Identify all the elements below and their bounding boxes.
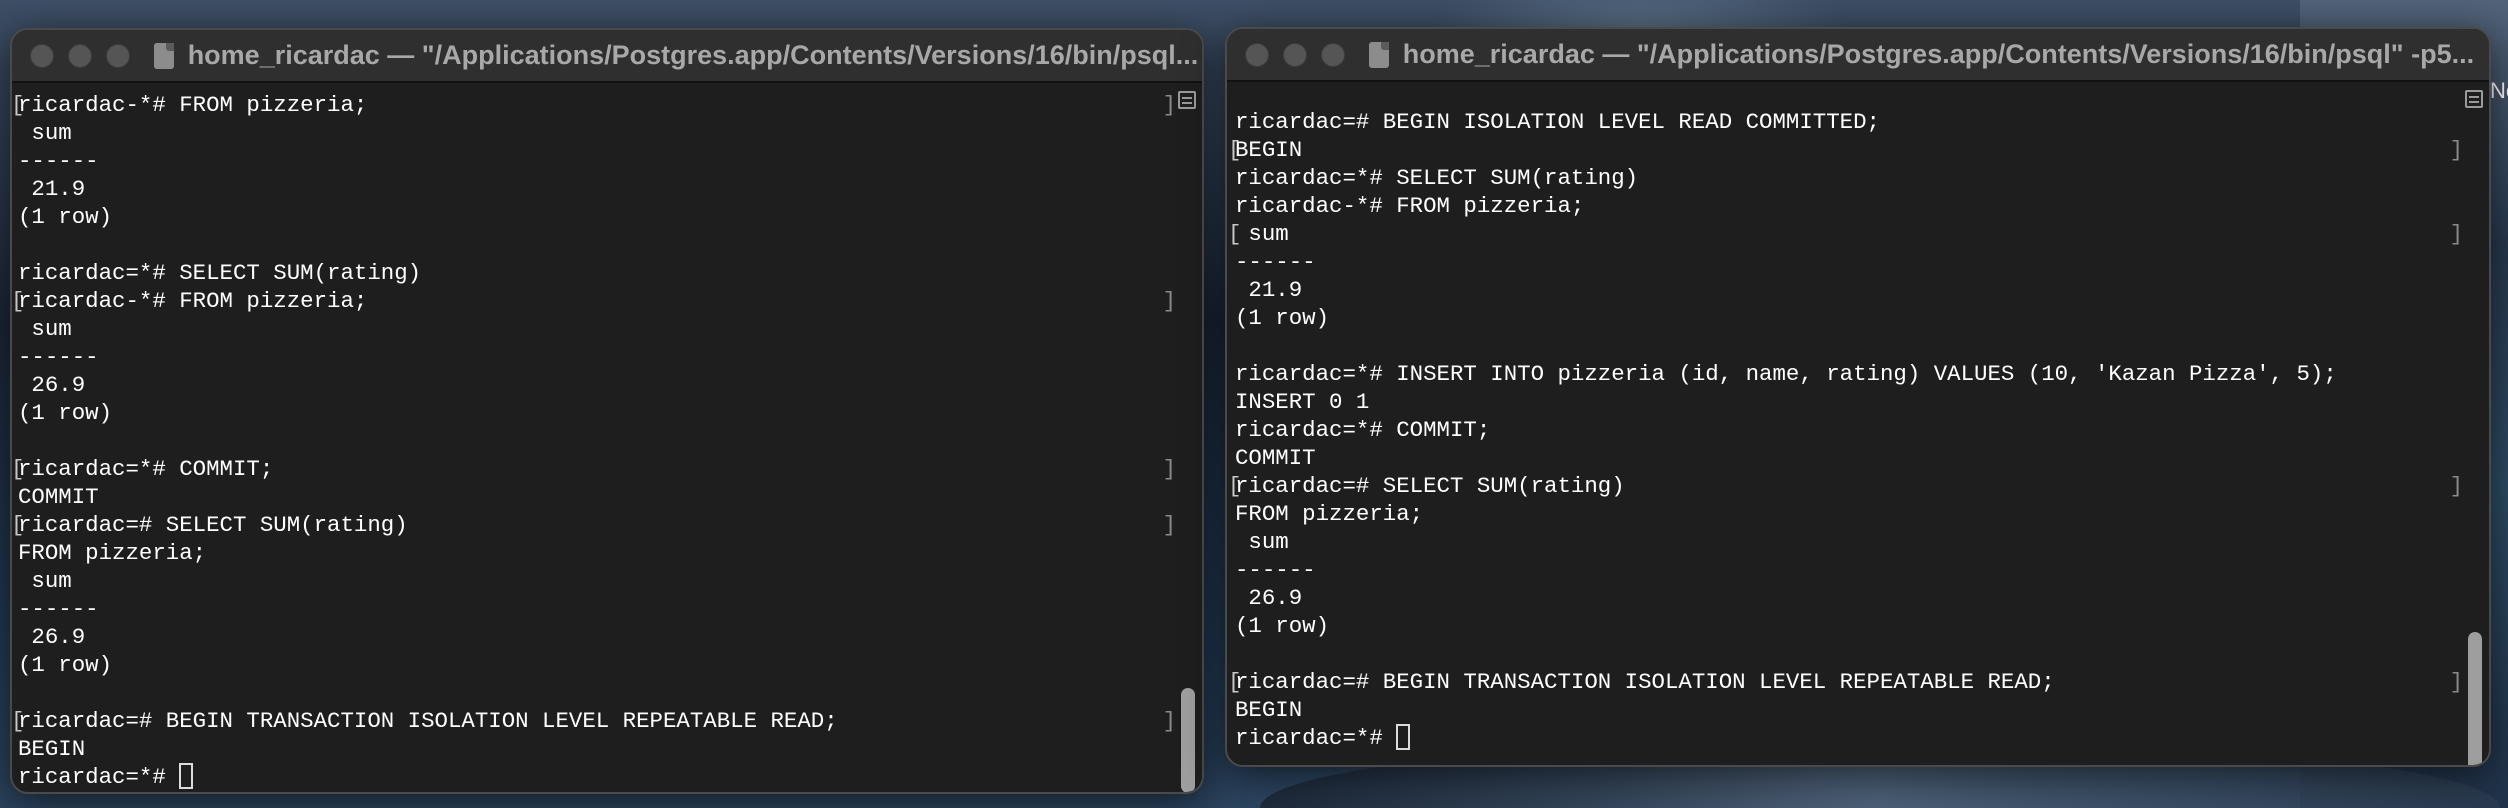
titlebar[interactable]: home_ricardac — "/Applications/Postgres.… xyxy=(1227,29,2489,82)
terminal-line: sum xyxy=(1235,529,1289,555)
terminal-line: ricardac=# BEGIN TRANSACTION ISOLATION L… xyxy=(1228,668,2463,696)
window-title: home_ricardac — "/Applications/Postgres.… xyxy=(187,40,1199,70)
terminal-line: BEGIN xyxy=(1235,697,1303,723)
text-cursor xyxy=(1396,724,1411,750)
terminal-line: sum xyxy=(18,568,72,594)
terminal-line: COMMIT xyxy=(1235,445,1316,471)
terminal-line: FROM pizzeria; xyxy=(1235,501,1424,527)
terminal-line: FROM pizzeria; xyxy=(18,540,207,566)
terminal-window-right[interactable]: home_ricardac — "/Applications/Postgres.… xyxy=(1225,27,2491,767)
terminal-output[interactable]: ricardac-*# FROM pizzeria; sum------ 21.… xyxy=(12,83,1176,792)
terminal-line: (1 row) xyxy=(18,652,113,678)
terminal-prompt-line[interactable]: ricardac=*# xyxy=(1235,724,2459,752)
terminal-window-left[interactable]: home_ricardac — "/Applications/Postgres.… xyxy=(10,28,1204,794)
document-icon[interactable] xyxy=(1369,41,1389,68)
scrollbar[interactable] xyxy=(2459,82,2489,765)
zoom-button[interactable] xyxy=(106,43,130,68)
terminal-line: ricardac=*# COMMIT; xyxy=(12,455,1176,483)
terminal-line: ricardac-*# FROM pizzeria; xyxy=(12,91,1176,119)
terminal-line: ricardac=# SELECT SUM(rating) xyxy=(1228,472,2463,500)
window-controls xyxy=(30,43,130,68)
window-controls xyxy=(1245,42,1345,67)
text-cursor xyxy=(179,763,194,789)
split-view-icon[interactable] xyxy=(2465,90,2483,108)
minimize-button[interactable] xyxy=(68,43,92,68)
titlebar[interactable]: home_ricardac — "/Applications/Postgres.… xyxy=(12,30,1202,83)
close-button[interactable] xyxy=(1245,42,1269,67)
terminal-line: BEGIN xyxy=(1228,136,2463,164)
terminal-line: sum xyxy=(1228,220,2463,248)
scrollbar-thumb[interactable] xyxy=(1181,688,1195,792)
minimize-button[interactable] xyxy=(1283,42,1307,67)
split-view-icon[interactable] xyxy=(1178,91,1196,109)
scrollbar-thumb[interactable] xyxy=(2468,632,2482,765)
terminal-line: ricardac=*# INSERT INTO pizzeria (id, na… xyxy=(1235,361,2337,387)
document-icon[interactable] xyxy=(154,42,174,69)
terminal-line: ricardac=# BEGIN TRANSACTION ISOLATION L… xyxy=(12,707,1176,735)
scrollbar[interactable] xyxy=(1172,83,1202,792)
terminal-output[interactable]: ricardac=# BEGIN ISOLATION LEVEL READ CO… xyxy=(1227,82,2463,765)
terminal-line: ricardac=# SELECT SUM(rating) xyxy=(12,511,1176,539)
terminal-line: (1 row) xyxy=(1235,305,1330,331)
prompt-text: ricardac=*# xyxy=(18,764,180,790)
terminal-line: COMMIT xyxy=(18,484,99,510)
terminal-line: INSERT 0 1 xyxy=(1235,389,1370,415)
zoom-button[interactable] xyxy=(1321,42,1345,67)
terminal-line: (1 row) xyxy=(1235,613,1330,639)
terminal-line: 21.9 xyxy=(18,176,86,202)
terminal-line: ricardac=*# SELECT SUM(rating) xyxy=(1235,165,1639,191)
terminal-line: (1 row) xyxy=(18,400,113,426)
close-button[interactable] xyxy=(30,43,54,68)
terminal-line: ricardac=*# COMMIT; xyxy=(1235,417,1491,443)
terminal-prompt-line[interactable]: ricardac=*# xyxy=(18,763,1172,791)
terminal-line: ------ xyxy=(18,596,99,622)
terminal-line: ------ xyxy=(1235,557,1316,583)
terminal-line: BEGIN xyxy=(18,736,86,762)
terminal-line: sum xyxy=(18,120,72,146)
terminal-line: ricardac-*# FROM pizzeria; xyxy=(12,287,1176,315)
terminal-line: ricardac-*# FROM pizzeria; xyxy=(1235,193,1585,219)
desktop-item-label[interactable]: Ne xyxy=(2490,78,2508,104)
terminal-line: 26.9 xyxy=(1235,585,1303,611)
terminal-line: ricardac=# BEGIN ISOLATION LEVEL READ CO… xyxy=(1235,109,1880,135)
terminal-line: sum xyxy=(18,316,72,342)
terminal-line: 26.9 xyxy=(18,372,86,398)
terminal-line: 21.9 xyxy=(1235,277,1303,303)
prompt-text: ricardac=*# xyxy=(1235,725,1397,751)
terminal-line: ------ xyxy=(1235,249,1316,275)
terminal-line: ------ xyxy=(18,148,99,174)
terminal-line: 26.9 xyxy=(18,624,86,650)
terminal-line: ------ xyxy=(18,344,99,370)
window-title: home_ricardac — "/Applications/Postgres.… xyxy=(1402,39,2475,69)
terminal-line: (1 row) xyxy=(18,204,113,230)
terminal-line: ricardac=*# SELECT SUM(rating) xyxy=(18,260,422,286)
